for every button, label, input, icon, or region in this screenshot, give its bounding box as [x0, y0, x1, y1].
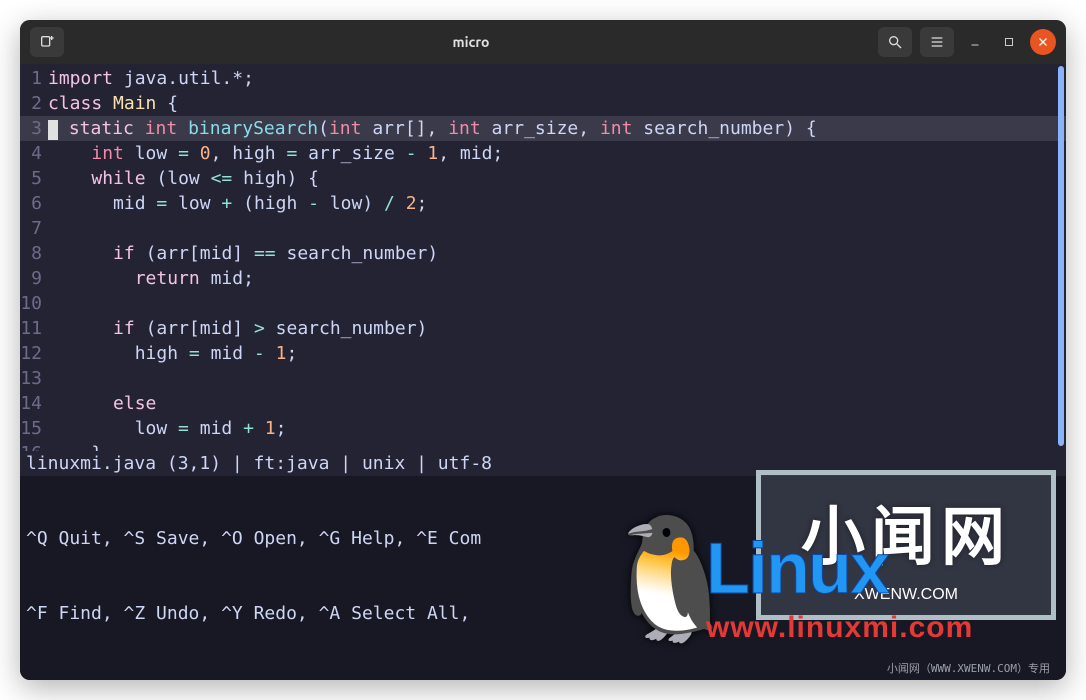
line-number: 5 [20, 166, 48, 191]
line-number: 2 [20, 91, 48, 116]
code-line[interactable]: 3 static int binarySearch(int arr[], int… [20, 116, 1066, 141]
code-content: static int binarySearch(int arr[], int a… [48, 116, 817, 141]
code-line[interactable]: 11 if (arr[mid] > search_number) [20, 316, 1066, 341]
line-number: 11 [20, 316, 48, 341]
code-line[interactable]: 4 int low = 0, high = arr_size - 1, mid; [20, 141, 1066, 166]
titlebar: micro [20, 20, 1066, 64]
line-number: 15 [20, 416, 48, 441]
code-line[interactable]: 7 [20, 216, 1066, 241]
code-content: } [48, 441, 102, 451]
code-line[interactable]: 14 else [20, 391, 1066, 416]
code-line[interactable]: 6 mid = low + (high - low) / 2; [20, 191, 1066, 216]
code-line[interactable]: 16 } [20, 441, 1066, 451]
code-line[interactable]: 8 if (arr[mid] == search_number) [20, 241, 1066, 266]
status-bar: linuxmi.java (3,1) | ft:java | unix | ut… [20, 451, 1066, 476]
new-tab-button[interactable] [30, 27, 64, 57]
code-line[interactable]: 2class Main { [20, 91, 1066, 116]
code-content: if (arr[mid] > search_number) [48, 316, 427, 341]
maximize-button[interactable] [996, 29, 1022, 55]
close-button[interactable] [1030, 29, 1056, 55]
line-number: 10 [20, 291, 48, 316]
code-content: import java.util.*; [48, 66, 254, 91]
menu-button[interactable] [920, 27, 954, 57]
code-line[interactable]: 1import java.util.*; [20, 66, 1066, 91]
code-line[interactable]: 10 [20, 291, 1066, 316]
code-content: high = mid - 1; [48, 341, 297, 366]
line-number: 12 [20, 341, 48, 366]
cursor [48, 120, 58, 140]
code-content: class Main { [48, 91, 178, 116]
window-title: micro [72, 34, 870, 50]
app-window: micro 1import java.util.*;2class Main {3… [20, 20, 1066, 680]
minimize-button[interactable] [962, 29, 988, 55]
code-line[interactable]: 9 return mid; [20, 266, 1066, 291]
code-content: mid = low + (high - low) / 2; [48, 191, 427, 216]
scrollbar[interactable] [1058, 66, 1064, 446]
help-row-1: ^Q Quit, ^S Save, ^O Open, ^G Help, ^E C… [26, 526, 1060, 551]
code-content: int low = 0, high = arr_size - 1, mid; [48, 141, 503, 166]
line-number: 16 [20, 441, 48, 451]
code-line[interactable]: 13 [20, 366, 1066, 391]
line-number: 8 [20, 241, 48, 266]
line-number: 13 [20, 366, 48, 391]
line-number: 3 [20, 116, 48, 141]
code-content: if (arr[mid] == search_number) [48, 241, 438, 266]
code-line[interactable]: 5 while (low <= high) { [20, 166, 1066, 191]
code-content: low = mid + 1; [48, 416, 286, 441]
search-button[interactable] [878, 27, 912, 57]
code-line[interactable]: 15 low = mid + 1; [20, 416, 1066, 441]
help-row-2: ^F Find, ^Z Undo, ^Y Redo, ^A Select All… [26, 601, 1060, 626]
code-line[interactable]: 12 high = mid - 1; [20, 341, 1066, 366]
code-content: while (low <= high) { [48, 166, 319, 191]
help-bar: ^Q Quit, ^S Save, ^O Open, ^G Help, ^E C… [20, 476, 1066, 680]
line-number: 7 [20, 216, 48, 241]
line-number: 4 [20, 141, 48, 166]
code-content: return mid; [48, 266, 254, 291]
line-number: 9 [20, 266, 48, 291]
line-number: 6 [20, 191, 48, 216]
line-number: 14 [20, 391, 48, 416]
code-content: else [48, 391, 156, 416]
editor-area[interactable]: 1import java.util.*;2class Main {3 stati… [20, 64, 1066, 451]
line-number: 1 [20, 66, 48, 91]
